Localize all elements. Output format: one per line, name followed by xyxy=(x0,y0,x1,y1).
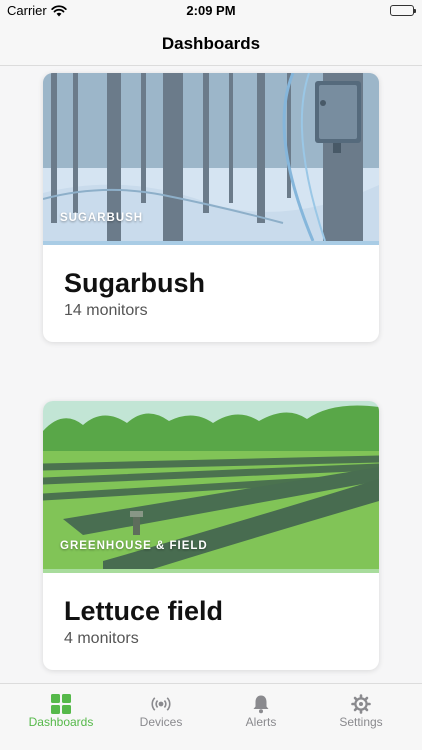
tab-label: Alerts xyxy=(245,715,277,729)
clock: 2:09 PM xyxy=(186,3,236,18)
tab-settings[interactable]: Settings xyxy=(311,684,411,734)
card-monitor-count: 4 monitors xyxy=(64,630,139,647)
tab-label: Dashboards xyxy=(28,715,94,729)
battery-icon xyxy=(390,5,416,16)
grid-icon xyxy=(51,694,71,714)
tab-label: Devices xyxy=(139,715,183,729)
bell-icon xyxy=(251,694,271,714)
page-title: Dashboards xyxy=(161,34,261,53)
tab-bar: Dashboards Devices Alerts Settings xyxy=(0,683,422,750)
gear-icon xyxy=(351,694,371,714)
navigation-bar: Dashboards xyxy=(0,22,422,66)
dashboard-list[interactable]: SUGARBUSH Sugarbush 14 monitors GREENHOU… xyxy=(0,67,422,683)
card-title: Lettuce field xyxy=(64,596,224,626)
status-bar: Carrier 2:09 PM xyxy=(0,0,422,22)
sugarbush-photo: SUGARBUSH xyxy=(43,73,379,241)
tab-alerts[interactable]: Alerts xyxy=(211,684,311,734)
tab-label: Settings xyxy=(339,715,383,729)
card-monitor-count: 14 monitors xyxy=(64,302,148,319)
dashboard-card-lettuce-field[interactable]: GREENHOUSE & FIELD Lettuce field 4 monit… xyxy=(43,401,379,670)
lettuce-field-photo: GREENHOUSE & FIELD xyxy=(43,401,379,569)
broadcast-icon xyxy=(151,694,171,714)
card-category: GREENHOUSE & FIELD xyxy=(60,540,208,552)
card-title: Sugarbush xyxy=(64,268,206,298)
tab-dashboards[interactable]: Dashboards xyxy=(11,684,111,734)
dashboard-card-sugarbush[interactable]: SUGARBUSH Sugarbush 14 monitors xyxy=(43,73,379,342)
card-category: SUGARBUSH xyxy=(60,212,144,224)
tab-devices[interactable]: Devices xyxy=(111,684,211,734)
